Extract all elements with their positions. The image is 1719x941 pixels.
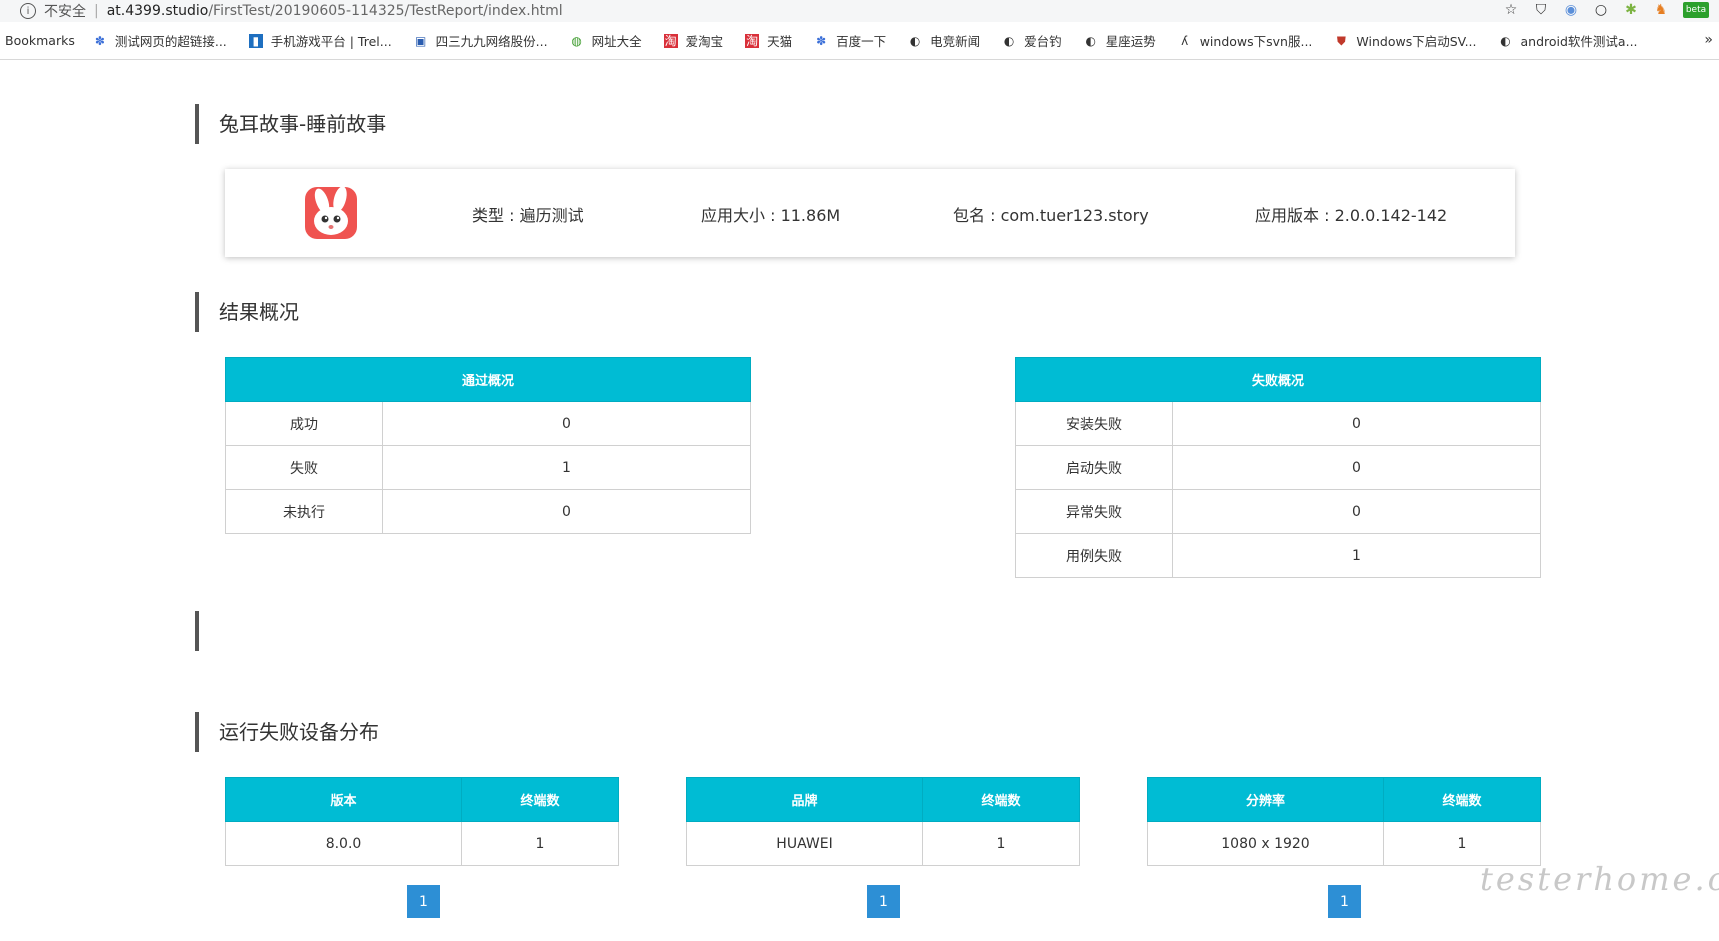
table-row: 成功 0 — [225, 401, 751, 446]
column-header: 终端数 — [922, 777, 1080, 822]
app-version: 应用版本 : 2.0.0.142-142 — [1255, 206, 1448, 225]
table-row: 异常失败 0 — [1015, 489, 1541, 534]
app-title: 兔耳故事-睡前故事 — [195, 104, 386, 144]
bookmark-item[interactable]: 淘天猫 — [745, 31, 792, 50]
fail-summary-table: 失败概况 安装失败 0 启动失败 0 异常失败 0 用例失败 1 — [1015, 357, 1541, 578]
table-row: 未执行 0 — [225, 489, 751, 534]
column-header: 分辨率 — [1147, 777, 1384, 822]
version-distribution-table: 版本 终端数 8.0.0 1 — [225, 777, 619, 866]
tmall-icon: 淘 — [745, 33, 760, 48]
extension-icons: ☆ ⛉ ◉ ○ ✱ ♞ beta — [1503, 2, 1709, 18]
page-button[interactable]: 1 — [1328, 885, 1361, 918]
svn-icon: ʎ — [1181, 33, 1189, 48]
table-row: HUAWEI 1 — [686, 821, 1080, 866]
table-row: 启动失败 0 — [1015, 445, 1541, 490]
globe-icon: ◍ — [571, 33, 582, 48]
pass-summary-table: 通过概况 成功 0 失败 1 未执行 0 — [225, 357, 751, 534]
pass-table-header: 通过概况 — [225, 357, 751, 402]
url-path[interactable]: /FirstTest/20190605-114325/TestReport/in… — [208, 3, 562, 19]
column-header: 终端数 — [461, 777, 619, 822]
bookmark-item[interactable]: ◐ 星座运势 — [1084, 31, 1155, 50]
taobao-icon: 淘 — [663, 33, 678, 48]
globe-icon: ◐ — [1003, 33, 1015, 48]
shield-icon[interactable]: ⛉ — [1533, 2, 1549, 18]
results-title: 结果概况 — [195, 292, 299, 332]
beta-badge[interactable]: beta — [1683, 2, 1709, 18]
bookmark-item[interactable]: 淘爱淘宝 — [663, 31, 723, 50]
separator: | — [94, 3, 99, 19]
paw-icon: ✽ — [94, 33, 105, 48]
4399-icon: ▣ — [415, 33, 427, 48]
bookmark-item[interactable]: ⛊ Windows下启动SV... — [1334, 31, 1477, 50]
table-row: 安装失败 0 — [1015, 401, 1541, 446]
bookmark-item[interactable]: ◍ 网址大全 — [570, 31, 641, 50]
bookmark-item[interactable]: ◐ 电竞新闻 — [908, 31, 980, 50]
app-info-card: 类型 : 遍历测试 应用大小 : 11.86M 包名 : com.tuer123… — [225, 169, 1515, 257]
empty-section-title — [195, 611, 219, 651]
brand-distribution-table: 品牌 终端数 HUAWEI 1 — [686, 777, 1080, 866]
table-row: 1080 x 1920 1 — [1147, 821, 1541, 866]
compass-icon[interactable]: ◉ — [1563, 2, 1579, 18]
column-header: 终端数 — [1383, 777, 1541, 822]
more-bookmarks-icon[interactable]: » — [1704, 32, 1713, 48]
distribution-title: 运行失败设备分布 — [195, 712, 379, 752]
fox-icon[interactable]: ♞ — [1653, 2, 1669, 18]
bookmark-item[interactable]: ✽ 测试网页的超链接... — [93, 31, 227, 50]
info-icon[interactable]: i — [20, 3, 36, 19]
bookmark-item[interactable]: ʎ windows下svn服... — [1178, 31, 1312, 50]
globe-icon: ◐ — [909, 33, 921, 48]
page-button[interactable]: 1 — [867, 885, 900, 918]
resolution-distribution-table: 分辨率 终端数 1080 x 1920 1 — [1147, 777, 1541, 866]
watermark: testerhome.com — [1480, 860, 1719, 898]
bookmarks-bar: Bookmarks ✽ 测试网页的超链接... ▮ 手机游戏平台 | Trel...… — [0, 22, 1719, 60]
page-button[interactable]: 1 — [407, 885, 440, 918]
address-bar[interactable]: i 不安全 | at.4399.studio/FirstTest/2019060… — [0, 0, 1719, 22]
globe-icon: ◐ — [1500, 33, 1511, 48]
bookmark-item[interactable]: ◐ android软件测试a... — [1499, 31, 1637, 50]
paw-icon: ✽ — [816, 33, 827, 48]
bookmark-item[interactable]: ▮ 手机游戏平台 | Trel... — [248, 31, 392, 50]
app-size: 应用大小 : 11.86M — [701, 206, 841, 225]
app-logo-icon — [305, 187, 357, 239]
column-header: 品牌 — [686, 777, 923, 822]
android-icon[interactable]: ✱ — [1623, 2, 1639, 18]
package-name: 包名 : com.tuer123.story — [953, 206, 1149, 225]
bookmark-item[interactable]: ✽ 百度一下 — [814, 31, 886, 50]
table-row: 用例失败 1 — [1015, 533, 1541, 578]
trello-icon: ▮ — [248, 33, 263, 48]
bookmark-item[interactable]: ▣ 四三九九网络股份... — [414, 31, 548, 50]
circle-icon[interactable]: ○ — [1593, 2, 1609, 18]
table-row: 失败 1 — [225, 445, 751, 490]
insecure-label: 不安全 — [44, 4, 86, 20]
url-host[interactable]: at.4399.studio — [107, 3, 209, 19]
globe-icon: ◐ — [1085, 33, 1096, 48]
app-type: 类型 : 遍历测试 — [472, 206, 584, 225]
star-icon[interactable]: ☆ — [1503, 2, 1519, 18]
bookmark-item[interactable]: ◐ 爱台钓 — [1002, 31, 1062, 50]
fail-table-header: 失败概况 — [1015, 357, 1541, 402]
shield-icon: ⛊ — [1336, 33, 1346, 48]
column-header: 版本 — [225, 777, 462, 822]
bookmarks-label[interactable]: Bookmarks — [5, 33, 75, 48]
table-row: 8.0.0 1 — [225, 821, 619, 866]
